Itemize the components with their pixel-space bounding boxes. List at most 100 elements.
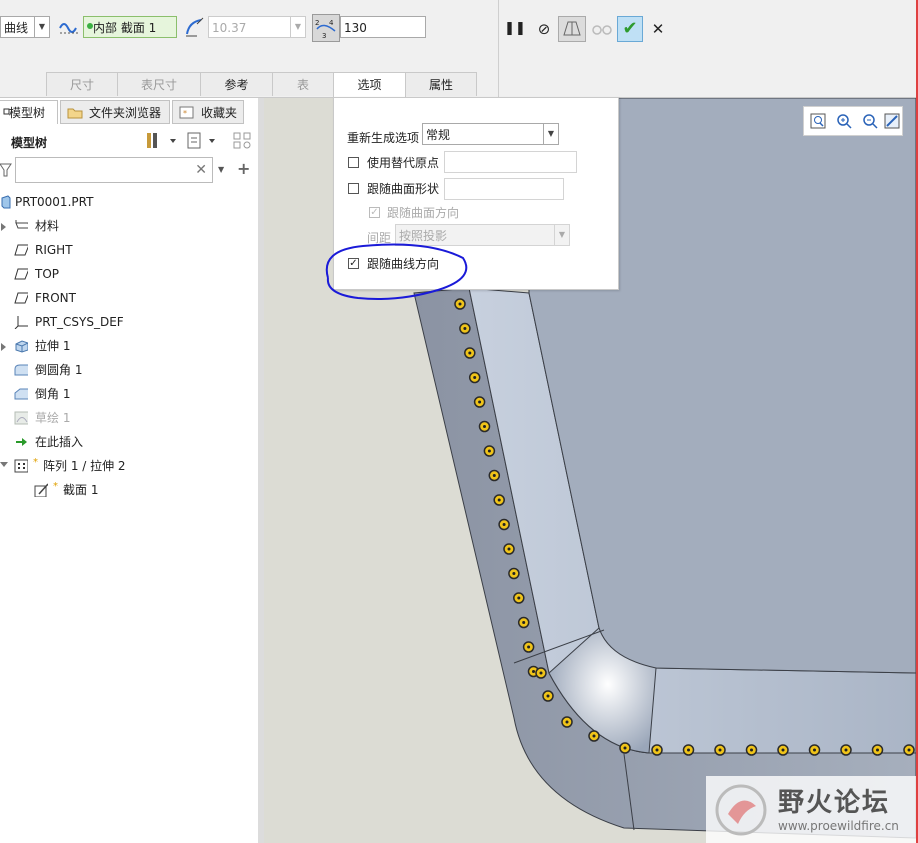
stop-button[interactable]: ⊘ [532,16,556,42]
count-toggle-button[interactable]: 2 4 3 [312,14,340,42]
curve-type-select[interactable]: 曲线 ▼ [0,16,50,38]
tree-item-label: TOP [35,267,60,281]
pattern-hole-center [750,748,753,752]
alt-origin-checkbox[interactable] [348,157,359,168]
alt-origin-field[interactable] [444,151,577,173]
tree-item-right[interactable]: RIGHT [0,238,250,262]
datum-plane-icon [14,292,28,304]
pattern-hole-center [907,748,911,752]
follow-surface-dir-label: 跟随曲面方向 [387,206,460,220]
curve-type-value: 曲线 [4,21,29,35]
tree-item-part[interactable]: PRT0001.PRT [0,190,250,214]
tree-item-label: 材料 [35,219,60,233]
tree-item-sketch-1[interactable]: 草绘 1 [0,406,250,430]
svg-text:*: * [183,109,187,118]
distance-input[interactable]: 10.37 ▼ [208,16,306,38]
follow-surface-shape-checkbox[interactable] [348,183,359,194]
regen-option-select[interactable]: 常规 ▼ [422,123,559,145]
pattern-hole-center [655,748,659,752]
zoom-out-icon[interactable] [862,113,878,129]
tab-options-label: 选项 [357,78,382,92]
clear-icon[interactable]: ✕ [195,162,207,178]
tree-item-extrude-1[interactable]: 拉伸 1 [0,334,250,358]
follow-surface-field[interactable] [444,178,564,200]
tab-folder-browser[interactable]: 文件夹浏览器 [60,100,170,124]
watermark-url: www.proewildfire.cn [778,819,899,833]
collapse-arrow-icon[interactable] [0,462,8,467]
tree-item-label: 草绘 1 [35,411,71,425]
pattern-hole-center [473,376,477,379]
tab-properties[interactable]: 属性 [405,72,477,96]
show-hide-icon[interactable] [232,130,254,152]
tree-item-section-1[interactable]: * 截面 1 [0,478,250,502]
watermark-title: 野火论坛 [778,788,891,818]
active-dot-icon [87,23,93,29]
pattern-hole-center [876,748,879,752]
section-collector[interactable]: 内部 截面 1 [83,16,177,38]
preview-part-icon [563,21,581,36]
forum-logo-icon [715,784,767,836]
regen-option-label: 重新生成选项 [347,131,420,145]
verify-glasses-button[interactable] [590,16,614,42]
tree-filter-icon[interactable] [186,130,222,152]
close-icon: ✕ [651,20,665,38]
tab-references[interactable]: 参考 [200,72,273,96]
tab-favorites-label: 收藏夹 [201,106,238,120]
tree-search-input[interactable]: ✕ [15,157,213,183]
new-feature-star-icon: * [33,457,38,468]
tab-model-tree[interactable]: 模型树 [0,100,58,124]
cancel-button[interactable]: ✕ [646,16,670,42]
forum-watermark: 野火论坛 www.proewildfire.cn [706,776,918,843]
tree-item-label: PRT_CSYS_DEF [35,315,124,329]
tree-item-pattern-1[interactable]: * 阵列 1 / 拉伸 2 [0,454,250,478]
tree-item-round-1[interactable]: 倒圆角 1 [0,358,250,382]
tree-item-label: 拉伸 1 [35,339,71,353]
tab-options[interactable]: 选项 [333,72,406,98]
new-feature-star-icon: * [53,481,58,492]
pattern-hole-center [468,351,472,355]
zoom-in-icon[interactable] [836,113,852,129]
search-dropdown-icon[interactable]: ▼ [218,165,224,174]
ok-button[interactable]: ✔ [617,16,643,42]
pause-button[interactable]: ❚❚ [503,16,527,42]
section-icon [34,483,48,497]
model-tree-header: 模型树 [11,136,48,150]
datum-plane-icon [14,244,28,256]
count-input[interactable]: 130 [340,16,426,38]
glasses-icon [592,25,612,35]
tree-item-material[interactable]: 材料 [0,214,250,238]
checkmark-icon: ✔ [622,18,638,39]
tab-favorites[interactable]: * 收藏夹 [172,100,244,124]
distance-icon [186,17,204,37]
tree-item-csys[interactable]: PRT_CSYS_DEF [0,310,250,334]
add-filter-icon[interactable]: + [237,159,250,178]
tab-dimensions[interactable]: 尺寸 [46,72,118,96]
curve-wave-icon [59,23,78,34]
preview-button[interactable] [558,16,586,42]
expand-arrow-icon[interactable] [1,343,6,351]
pattern-hole-center [507,547,511,551]
follow-surface-dir-checkbox[interactable]: ✓ [369,207,380,218]
tab-table[interactable]: 表 [272,72,334,96]
feature-dashboard: 曲线 ▼ 内部 截面 1 10.37 ▼ 2 4 3 130 ❚❚ ⊘ ✔ ✕ … [0,0,918,98]
tree-item-label: 倒圆角 1 [35,363,83,377]
tree-item-label: 截面 1 [63,483,99,497]
tree-settings-icon[interactable] [144,130,182,152]
expand-arrow-icon[interactable] [1,223,6,231]
pattern-hole-center [517,596,521,600]
tree-item-front[interactable]: FRONT [0,286,250,310]
tree-item-label: 倒角 1 [35,387,71,401]
refit-icon[interactable] [810,113,826,129]
regen-option-value: 常规 [426,128,451,142]
tree-item-label: RIGHT [35,243,73,257]
svg-text:2: 2 [315,19,319,27]
material-icon [15,220,28,229]
repaint-icon[interactable] [884,113,900,129]
sketch-icon [14,411,28,425]
tab-dimensions-label: 尺寸 [69,78,94,92]
tree-item-chamfer-1[interactable]: 倒角 1 [0,382,250,406]
navigator-panel: 模型树 文件夹浏览器 * 收藏夹 模型树 ✕ ▼ + PRT0001.PRT 材… [0,98,263,843]
tab-table-dimensions[interactable]: 表尺寸 [117,72,201,96]
tree-item-top[interactable]: TOP [0,262,250,286]
tree-item-label: 在此插入 [35,435,84,449]
